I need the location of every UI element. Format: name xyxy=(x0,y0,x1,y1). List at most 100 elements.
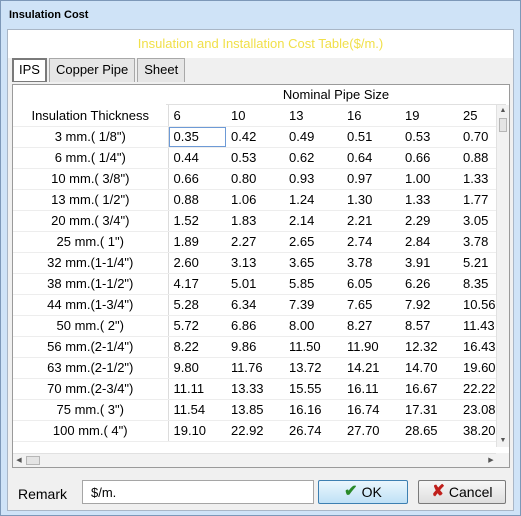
cost-cell[interactable]: 0.80 xyxy=(226,168,284,190)
cost-cell[interactable]: 0.42 xyxy=(226,126,284,148)
tab-copper-pipe[interactable]: Copper Pipe xyxy=(48,58,136,82)
cost-cell[interactable]: 16.16 xyxy=(284,399,342,421)
table-row[interactable]: 6 mm.( 1/4") 0.44 0.53 0.62 0.64 0.66 0.88 xyxy=(13,147,504,169)
cost-cell[interactable]: 2.29 xyxy=(400,210,458,232)
scroll-down-arrow-icon[interactable]: ▼ xyxy=(497,435,509,447)
cost-cell[interactable]: 6.05 xyxy=(342,273,400,295)
cost-cell[interactable]: 0.44 xyxy=(168,147,226,169)
cost-cell[interactable]: 0.66 xyxy=(400,147,458,169)
cost-cell[interactable]: 13.85 xyxy=(226,399,284,421)
cost-cell[interactable]: 0.93 xyxy=(284,168,342,190)
table-row[interactable]: 75 mm.( 3") 11.54 13.85 16.16 16.74 17.31 23.0… xyxy=(13,399,504,421)
cost-cell[interactable]: 16.67 xyxy=(400,378,458,400)
cost-cell[interactable]: 14.70 xyxy=(400,357,458,379)
table-row[interactable]: 44 mm.(1-3/4") 5.28 6.34 7.39 7.65 7.92 10.56 xyxy=(13,294,504,316)
cost-cell[interactable]: 12.32 xyxy=(400,336,458,358)
cost-cell[interactable]: 5.28 xyxy=(168,294,226,316)
cost-cell[interactable]: 19.10 xyxy=(168,420,226,442)
cost-cell[interactable]: 1.83 xyxy=(226,210,284,232)
cost-cell[interactable]: 1.52 xyxy=(168,210,226,232)
cost-cell[interactable]: 0.35 xyxy=(168,126,226,148)
cost-cell[interactable]: 16.11 xyxy=(342,378,400,400)
remark-input[interactable] xyxy=(82,480,314,504)
vertical-scrollbar[interactable]: ▲ ▼ xyxy=(496,105,509,447)
cost-cell[interactable]: 0.62 xyxy=(284,147,342,169)
cancel-button[interactable]: ✘ Cancel xyxy=(418,480,506,504)
cost-cell[interactable]: 0.53 xyxy=(400,126,458,148)
cost-cell[interactable]: 6.34 xyxy=(226,294,284,316)
horizontal-scrollbar[interactable]: ◀ ▶ xyxy=(13,453,497,467)
cost-cell[interactable]: 11.54 xyxy=(168,399,226,421)
row-header-thickness[interactable]: 25 mm.( 1") xyxy=(13,231,169,253)
table-row[interactable]: 56 mm.(2-1/4") 8.22 9.86 11.50 11.90 12.32 16.… xyxy=(13,336,504,358)
row-header-thickness[interactable]: 75 mm.( 3") xyxy=(13,399,169,421)
cost-cell[interactable]: 5.72 xyxy=(168,315,226,337)
cost-cell[interactable]: 1.30 xyxy=(342,189,400,211)
table-row[interactable]: 32 mm.(1-1/4") 2.60 3.13 3.65 3.78 3.91 5.21 xyxy=(13,252,504,274)
table-row[interactable]: 63 mm.(2-1/2") 9.80 11.76 13.72 14.21 14.70 19… xyxy=(13,357,504,379)
cost-cell[interactable]: 2.27 xyxy=(226,231,284,253)
table-row[interactable]: 100 mm.( 4") 19.10 22.92 26.74 27.70 28.65 38.… xyxy=(13,420,504,442)
cost-cell[interactable]: 6.26 xyxy=(400,273,458,295)
cost-cell[interactable]: 8.00 xyxy=(284,315,342,337)
row-header-thickness[interactable]: 3 mm.( 1/8") xyxy=(13,126,169,148)
cost-cell[interactable]: 1.00 xyxy=(400,168,458,190)
cost-cell[interactable]: 5.85 xyxy=(284,273,342,295)
column-header[interactable]: 13 xyxy=(284,105,342,127)
cost-cell[interactable]: 0.51 xyxy=(342,126,400,148)
row-header-thickness[interactable]: 13 mm.( 1/2") xyxy=(13,189,169,211)
column-header[interactable]: 6 xyxy=(168,105,226,127)
cost-cell[interactable]: 2.60 xyxy=(168,252,226,274)
cost-cell[interactable]: 7.39 xyxy=(284,294,342,316)
cost-cell[interactable]: 1.33 xyxy=(400,189,458,211)
cost-cell[interactable]: 27.70 xyxy=(342,420,400,442)
cost-cell[interactable]: 2.84 xyxy=(400,231,458,253)
column-header[interactable]: 10 xyxy=(226,105,284,127)
cost-cell[interactable]: 0.64 xyxy=(342,147,400,169)
cost-cell[interactable]: 16.74 xyxy=(342,399,400,421)
cost-cell[interactable]: 3.13 xyxy=(226,252,284,274)
table-row[interactable]: 50 mm.( 2") 5.72 6.86 8.00 8.27 8.57 11.43 xyxy=(13,315,504,337)
cost-cell[interactable]: 1.06 xyxy=(226,189,284,211)
cost-cell[interactable]: 7.65 xyxy=(342,294,400,316)
tab-sheet[interactable]: Sheet xyxy=(137,58,186,82)
cost-cell[interactable]: 11.76 xyxy=(226,357,284,379)
cost-cell[interactable]: 14.21 xyxy=(342,357,400,379)
cost-cell[interactable]: 3.78 xyxy=(342,252,400,274)
cost-cell[interactable]: 0.53 xyxy=(226,147,284,169)
cost-cell[interactable]: 2.65 xyxy=(284,231,342,253)
table-row[interactable]: 70 mm.(2-3/4") 11.11 13.33 15.55 16.11 16.67 2… xyxy=(13,378,504,400)
row-header-thickness[interactable]: 44 mm.(1-3/4") xyxy=(13,294,169,316)
scroll-left-arrow-icon[interactable]: ◀ xyxy=(13,454,25,467)
table-row[interactable]: 25 mm.( 1") 1.89 2.27 2.65 2.74 2.84 3.78 xyxy=(13,231,504,253)
row-header-thickness[interactable]: 70 mm.(2-3/4") xyxy=(13,378,169,400)
cost-cell[interactable]: 13.33 xyxy=(226,378,284,400)
row-header-thickness[interactable]: 38 mm.(1-1/2") xyxy=(13,273,169,295)
cost-cell[interactable]: 11.50 xyxy=(284,336,342,358)
row-header-thickness[interactable]: 50 mm.( 2") xyxy=(13,315,169,337)
cost-cell[interactable]: 9.80 xyxy=(168,357,226,379)
cost-cell[interactable]: 11.90 xyxy=(342,336,400,358)
cost-cell[interactable]: 3.65 xyxy=(284,252,342,274)
table-row[interactable]: 20 mm.( 3/4") 1.52 1.83 2.14 2.21 2.29 3.05 xyxy=(13,210,504,232)
table-row[interactable]: 38 mm.(1-1/2") 4.17 5.01 5.85 6.05 6.26 8.35 xyxy=(13,273,504,295)
cost-cell[interactable]: 11.11 xyxy=(168,378,226,400)
cost-cell[interactable]: 6.86 xyxy=(226,315,284,337)
cost-cell[interactable]: 1.24 xyxy=(284,189,342,211)
cost-cell[interactable]: 0.88 xyxy=(168,189,226,211)
cost-cell[interactable]: 1.89 xyxy=(168,231,226,253)
title-bar[interactable]: ​ Insulation Cost xyxy=(1,1,520,29)
row-header-thickness[interactable]: 100 mm.( 4") xyxy=(13,420,169,442)
row-header-thickness[interactable]: 10 mm.( 3/8") xyxy=(13,168,169,190)
row-header-thickness[interactable]: 63 mm.(2-1/2") xyxy=(13,357,169,379)
cost-cell[interactable]: 0.97 xyxy=(342,168,400,190)
row-header-thickness[interactable]: 6 mm.( 1/4") xyxy=(13,147,169,169)
cost-cell[interactable]: 2.74 xyxy=(342,231,400,253)
cost-cell[interactable]: 0.49 xyxy=(284,126,342,148)
cost-cell[interactable]: 22.92 xyxy=(226,420,284,442)
cost-cell[interactable]: 8.27 xyxy=(342,315,400,337)
cost-cell[interactable]: 9.86 xyxy=(226,336,284,358)
cost-cell[interactable]: 2.21 xyxy=(342,210,400,232)
row-header-thickness[interactable]: 32 mm.(1-1/4") xyxy=(13,252,169,274)
ok-button[interactable]: ✔ OK xyxy=(318,480,408,504)
